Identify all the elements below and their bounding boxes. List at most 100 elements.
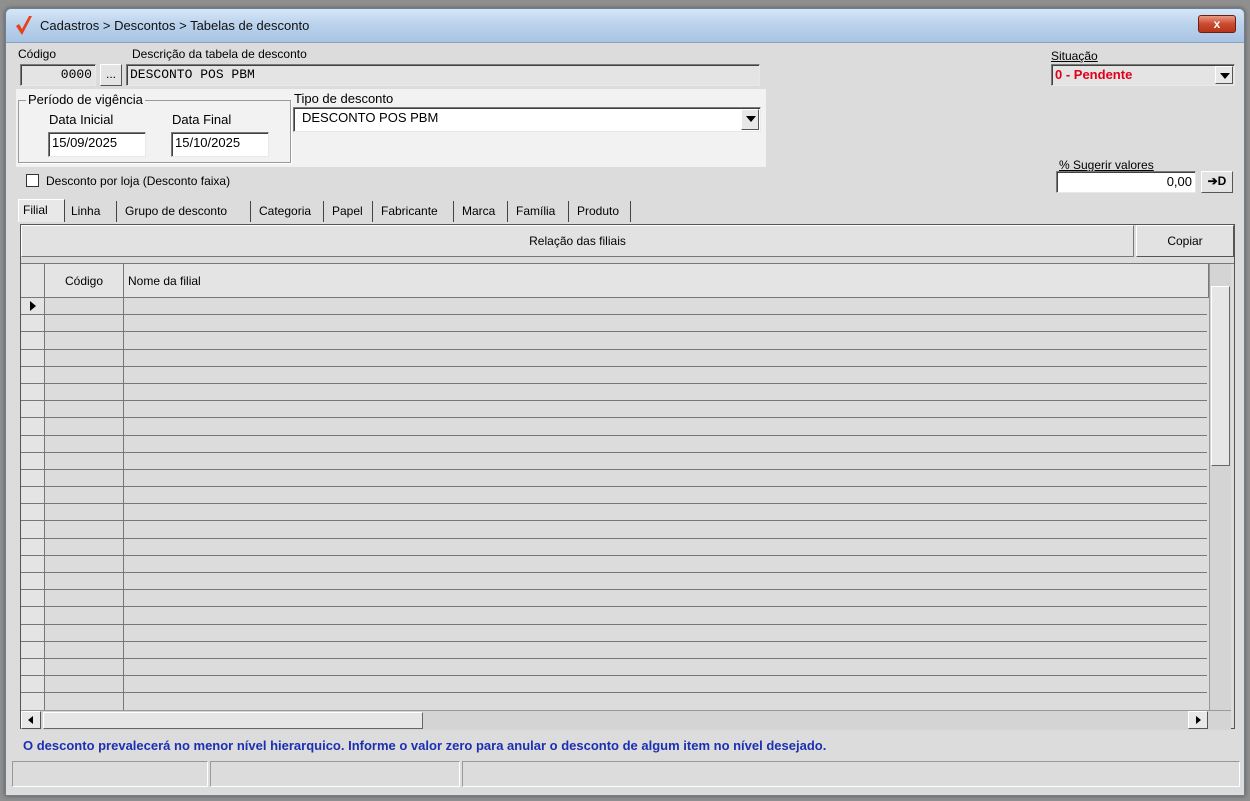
table-row[interactable] bbox=[21, 590, 1207, 608]
cell-codigo[interactable] bbox=[45, 349, 124, 366]
column-header-nome-filial[interactable]: Nome da filial bbox=[124, 264, 1209, 298]
row-indicator[interactable] bbox=[21, 435, 45, 452]
row-indicator[interactable] bbox=[21, 469, 45, 487]
table-row[interactable] bbox=[21, 401, 1207, 419]
table-row[interactable] bbox=[21, 676, 1207, 694]
cell-codigo[interactable] bbox=[45, 521, 124, 538]
table-row[interactable] bbox=[21, 487, 1207, 505]
table-row[interactable] bbox=[21, 332, 1207, 350]
cell-codigo[interactable] bbox=[45, 590, 124, 607]
filiais-table[interactable]: Código Nome da filial bbox=[21, 263, 1234, 730]
cell-codigo[interactable] bbox=[45, 435, 124, 452]
row-indicator[interactable] bbox=[21, 487, 45, 504]
cell-codigo[interactable] bbox=[45, 401, 124, 418]
codigo-field[interactable]: 0000 bbox=[20, 64, 96, 86]
table-row[interactable] bbox=[21, 521, 1207, 539]
table-row[interactable] bbox=[21, 641, 1207, 659]
row-indicator[interactable] bbox=[21, 693, 45, 710]
row-indicator[interactable] bbox=[21, 607, 45, 624]
cell-codigo[interactable] bbox=[45, 693, 124, 710]
horizontal-scrollbar[interactable] bbox=[21, 710, 1231, 730]
table-row[interactable] bbox=[21, 349, 1207, 367]
table-row[interactable] bbox=[21, 693, 1207, 710]
cell-codigo[interactable] bbox=[45, 469, 124, 487]
cell-codigo[interactable] bbox=[45, 418, 124, 435]
descricao-field[interactable]: DESCONTO POS PBM bbox=[126, 64, 760, 86]
tab-fabricante[interactable]: Fabricante bbox=[377, 201, 454, 222]
copy-button[interactable]: Copiar bbox=[1136, 225, 1234, 257]
situacao-select[interactable]: 0 - Pendente bbox=[1051, 64, 1235, 86]
table-row[interactable] bbox=[21, 366, 1207, 384]
row-indicator[interactable] bbox=[21, 366, 45, 383]
tab-papel[interactable]: Papel bbox=[328, 201, 373, 222]
tab-linha[interactable]: Linha bbox=[67, 201, 117, 222]
chevron-down-icon[interactable] bbox=[741, 109, 759, 130]
table-row[interactable] bbox=[21, 555, 1207, 573]
cell-codigo[interactable] bbox=[45, 555, 124, 572]
apply-suggest-button[interactable]: ➔D bbox=[1201, 171, 1233, 193]
row-indicator[interactable] bbox=[21, 332, 45, 349]
row-indicator[interactable] bbox=[21, 555, 45, 572]
cell-codigo[interactable] bbox=[45, 676, 124, 693]
row-indicator[interactable] bbox=[21, 349, 45, 366]
scroll-left-icon[interactable] bbox=[21, 711, 41, 729]
cell-codigo[interactable] bbox=[45, 573, 124, 590]
tab-produto[interactable]: Produto bbox=[573, 201, 631, 222]
chevron-down-icon[interactable] bbox=[1215, 66, 1233, 84]
cell-codigo[interactable] bbox=[45, 607, 124, 624]
cell-codigo[interactable] bbox=[45, 624, 124, 641]
row-indicator[interactable] bbox=[21, 298, 45, 315]
desconto-por-loja-checkbox[interactable] bbox=[26, 174, 39, 187]
table-row[interactable] bbox=[21, 469, 1207, 488]
tab-grupo-de-desconto[interactable]: Grupo de desconto bbox=[121, 201, 251, 222]
cell-codigo[interactable] bbox=[45, 504, 124, 521]
vertical-scrollbar[interactable] bbox=[1209, 264, 1231, 710]
cell-codigo[interactable] bbox=[45, 487, 124, 504]
cell-codigo[interactable] bbox=[45, 298, 124, 315]
cell-codigo[interactable] bbox=[45, 366, 124, 383]
codigo-lookup-button[interactable]: ... bbox=[100, 64, 122, 86]
table-row[interactable] bbox=[21, 383, 1207, 402]
data-final-field[interactable]: 15/10/2025 bbox=[171, 132, 269, 157]
row-indicator[interactable] bbox=[21, 624, 45, 641]
row-indicator[interactable] bbox=[21, 658, 45, 676]
row-indicator[interactable] bbox=[21, 401, 45, 418]
cell-codigo[interactable] bbox=[45, 332, 124, 349]
close-button[interactable]: x bbox=[1198, 15, 1236, 33]
row-indicator[interactable] bbox=[21, 538, 45, 555]
row-indicator[interactable] bbox=[21, 452, 45, 469]
tab-filial[interactable]: Filial bbox=[18, 199, 65, 222]
tab-familia[interactable]: Família bbox=[512, 201, 569, 222]
sugerir-field[interactable]: 0,00 bbox=[1056, 171, 1196, 193]
row-indicator[interactable] bbox=[21, 573, 45, 590]
row-indicator[interactable] bbox=[21, 641, 45, 658]
row-indicator[interactable] bbox=[21, 521, 45, 538]
tab-categoria[interactable]: Categoria bbox=[255, 201, 324, 222]
column-header-codigo[interactable]: Código bbox=[45, 264, 124, 298]
row-indicator[interactable] bbox=[21, 315, 45, 332]
table-row[interactable] bbox=[21, 452, 1207, 470]
horizontal-scroll-thumb[interactable] bbox=[43, 712, 423, 729]
table-row[interactable] bbox=[21, 315, 1207, 333]
tipo-desconto-select[interactable]: DESCONTO POS PBM bbox=[293, 107, 761, 132]
table-row[interactable] bbox=[21, 504, 1207, 522]
table-row[interactable] bbox=[21, 418, 1207, 436]
data-inicial-field[interactable]: 15/09/2025 bbox=[48, 132, 146, 157]
table-row[interactable] bbox=[21, 624, 1207, 642]
cell-codigo[interactable] bbox=[45, 452, 124, 469]
table-row[interactable] bbox=[21, 607, 1207, 625]
table-row[interactable] bbox=[21, 573, 1207, 591]
row-indicator[interactable] bbox=[21, 590, 45, 607]
table-row[interactable] bbox=[21, 538, 1207, 556]
scroll-right-icon[interactable] bbox=[1188, 711, 1208, 729]
vertical-scroll-thumb[interactable] bbox=[1211, 286, 1230, 466]
row-indicator[interactable] bbox=[21, 676, 45, 693]
tab-marca[interactable]: Marca bbox=[458, 201, 508, 222]
row-indicator[interactable] bbox=[21, 383, 45, 401]
row-indicator[interactable] bbox=[21, 418, 45, 435]
cell-codigo[interactable] bbox=[45, 641, 124, 658]
cell-codigo[interactable] bbox=[45, 315, 124, 332]
row-indicator[interactable] bbox=[21, 504, 45, 521]
table-row[interactable] bbox=[21, 658, 1207, 677]
cell-codigo[interactable] bbox=[45, 538, 124, 555]
